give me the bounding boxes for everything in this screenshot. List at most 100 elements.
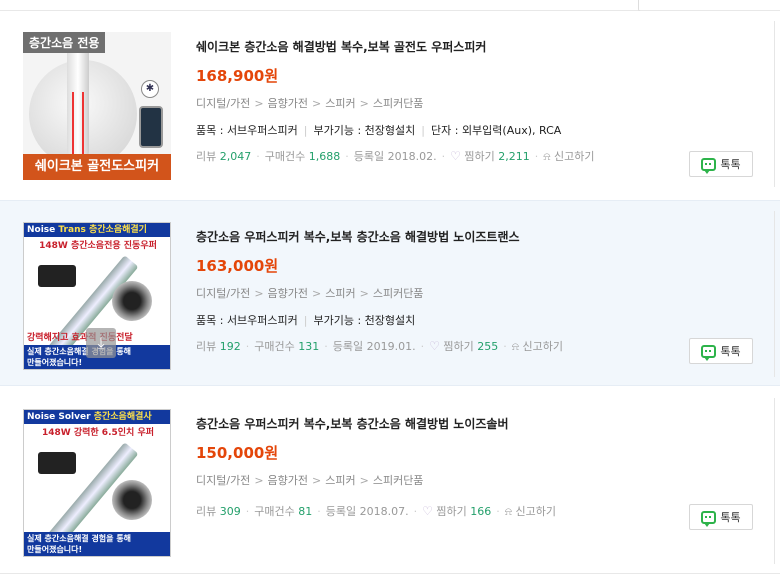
thumb-header-tag: 층간소음해결사	[93, 412, 152, 422]
report-button[interactable]: ⍾ 신고하기	[512, 340, 563, 353]
meta-line: 리뷰 309 · 구매건수 81 · 등록일 2018.07. · ♡ 찜하기 166 · ⍾ …	[196, 503, 756, 519]
category-separator: >	[312, 474, 322, 487]
thumb-header-tag: 층간소음해결기	[88, 225, 147, 235]
meta-separator: ·	[245, 505, 250, 518]
spec-item: 부가기능 : 천장형설치	[313, 124, 416, 137]
review-link[interactable]: 리뷰 2,047	[196, 150, 251, 163]
category-separator: >	[254, 97, 264, 110]
meta-separator: ·	[324, 340, 328, 353]
category-separator: >	[312, 97, 322, 110]
talk-button[interactable]: 톡톡	[689, 504, 753, 530]
product-title[interactable]: 쉐이크본 층간소음 해결방법 복수,보복 골전도 우퍼스피커	[196, 38, 756, 56]
thumb-brand: Noise	[27, 225, 56, 235]
category-3[interactable]: 스피커	[325, 287, 355, 300]
bell-icon: ⍾	[511, 340, 520, 353]
register-date: 등록일 2018.07.	[325, 505, 409, 518]
meta-line: 리뷰 2,047 · 구매건수 1,688 · 등록일 2018.02. · ♡ 찜하기 2…	[196, 148, 756, 164]
category-2[interactable]: 음향가전	[268, 287, 308, 300]
heart-icon: ♡	[429, 339, 440, 353]
thumb-footer-line: 실제 층간소음해결 경험을 통해	[27, 534, 132, 543]
category-1[interactable]: 디지털/가전	[196, 474, 250, 487]
category-separator: >	[312, 287, 322, 300]
category-separator: >	[359, 474, 369, 487]
category-2[interactable]: 음향가전	[268, 97, 308, 110]
thumb-header: Noise Solver 층간소음해결사	[24, 410, 170, 424]
review-link[interactable]: 리뷰 309	[196, 505, 241, 518]
thumb-footer: 실제 층간소음해결 경험을 통해만들어졌습니다!	[24, 532, 170, 556]
talk-bubble-icon	[701, 344, 717, 361]
meta-separator: ·	[496, 505, 500, 518]
register-date: 등록일 2019.01.	[332, 340, 416, 353]
thumb-phone	[139, 106, 163, 148]
row-divider	[774, 21, 780, 187]
purchase-count: 1,688	[308, 150, 341, 163]
download-icon[interactable]: ⤓	[86, 328, 116, 358]
product-item-3: Noise Solver 층간소음해결사 148W 강력한 6.5인치 우퍼 실…	[0, 388, 780, 574]
thumb-header: Noise Trans 층간소음해결기	[24, 223, 170, 237]
bell-icon: ⍾	[543, 150, 551, 163]
spec-item: 단자 : 외부입력(Aux), RCA	[431, 124, 562, 137]
spec-separator: |	[421, 124, 425, 137]
talk-button[interactable]: 톡톡	[689, 151, 753, 177]
report-label: 신고하기	[554, 150, 595, 163]
product-thumbnail[interactable]: ✱ 층간소음 전용 쉐이크본 골전도스피커	[23, 32, 171, 180]
meta-separator: ·	[317, 505, 321, 518]
wish-label: 찜하기	[443, 340, 474, 353]
review-link[interactable]: 리뷰 192	[196, 340, 241, 353]
wish-count: 166	[470, 505, 492, 518]
review-count: 2,047	[219, 150, 252, 163]
thumb-speaker	[112, 281, 152, 321]
purchase-label: 구매건수	[254, 505, 295, 518]
thumb-badge: 층간소음 전용	[23, 32, 106, 53]
meta-line: 리뷰 192 · 구매건수 131 · 등록일 2019.01. · ♡ 찜하기 255 · ⍾…	[196, 338, 756, 354]
category-1[interactable]: 디지털/가전	[196, 287, 250, 300]
category-separator: >	[359, 97, 369, 110]
talk-button[interactable]: 톡톡	[689, 338, 753, 364]
wish-button[interactable]: ♡ 찜하기 2,211	[450, 149, 530, 163]
purchase-label: 구매건수	[264, 150, 306, 163]
category-4[interactable]: 스피커단품	[373, 474, 424, 487]
product-info: 층간소음 우퍼스피커 복수,보복 층간소음 해결방법 노이즈솔버 150,000…	[196, 415, 756, 519]
wish-count: 255	[477, 340, 499, 353]
thumb-subtitle: 148W 층간소음전용 진동우퍼	[39, 241, 157, 251]
category-separator: >	[359, 287, 369, 300]
meta-separator: ·	[503, 340, 507, 353]
spec-separator: |	[303, 124, 308, 137]
category-3[interactable]: 스피커	[325, 97, 355, 110]
talk-bubble-icon	[701, 157, 717, 174]
report-button[interactable]: ⍾ 신고하기	[505, 505, 556, 518]
category-4[interactable]: 스피커단품	[373, 97, 424, 110]
meta-separator: ·	[256, 150, 260, 163]
thumb-footer-line: 만들어졌습니다!	[27, 358, 83, 367]
product-price: 168,900원	[196, 67, 279, 85]
product-thumbnail[interactable]: Noise Trans 층간소음해결기 148W 층간소음전용 진동우퍼 강력해…	[23, 222, 171, 370]
product-price: 150,000원	[196, 444, 279, 462]
category-3[interactable]: 스피커	[325, 474, 355, 487]
meta-separator: ·	[534, 150, 539, 163]
wish-button[interactable]: ♡ 찜하기 166	[422, 504, 492, 518]
thumb-subtitle: 148W 강력한 6.5인치 우퍼	[41, 428, 155, 438]
category-4[interactable]: 스피커단품	[373, 287, 424, 300]
review-label: 리뷰	[196, 505, 217, 518]
heart-icon: ♡	[422, 504, 433, 518]
thumb-footer-line: 만들어졌습니다!	[27, 545, 83, 554]
product-thumbnail[interactable]: Noise Solver 층간소음해결사 148W 강력한 6.5인치 우퍼 실…	[23, 409, 171, 557]
report-label: 신고하기	[522, 340, 563, 353]
purchase-info: 구매건수 1,688	[265, 150, 340, 163]
report-button[interactable]: ⍾ 신고하기	[543, 150, 594, 163]
wish-label: 찜하기	[464, 150, 495, 163]
wish-button[interactable]: ♡ 찜하기 255	[429, 339, 499, 353]
product-info: 쉐이크본 층간소음 해결방법 복수,보복 골전도 우퍼스피커 168,900원 …	[196, 38, 756, 164]
wish-count: 2,211	[498, 150, 530, 163]
category-separator: >	[254, 474, 264, 487]
category-2[interactable]: 음향가전	[268, 474, 308, 487]
product-title[interactable]: 층간소음 우퍼스피커 복수,보복 층간소음 해결방법 노이즈트랜스	[196, 228, 756, 246]
thumb-brand-sub: Trans	[58, 225, 86, 235]
category-1[interactable]: 디지털/가전	[196, 97, 250, 110]
spec-line: 품목 : 서브우퍼스피커 | 부가기능 : 천장형설치	[196, 312, 756, 328]
category-separator: >	[254, 287, 264, 300]
thumb-brand: Noise Solver	[27, 412, 91, 422]
row-divider	[774, 211, 780, 377]
thumb-footer: 쉐이크본 골전도스피커	[23, 154, 171, 180]
product-title[interactable]: 층간소음 우퍼스피커 복수,보복 층간소음 해결방법 노이즈솔버	[196, 415, 756, 433]
